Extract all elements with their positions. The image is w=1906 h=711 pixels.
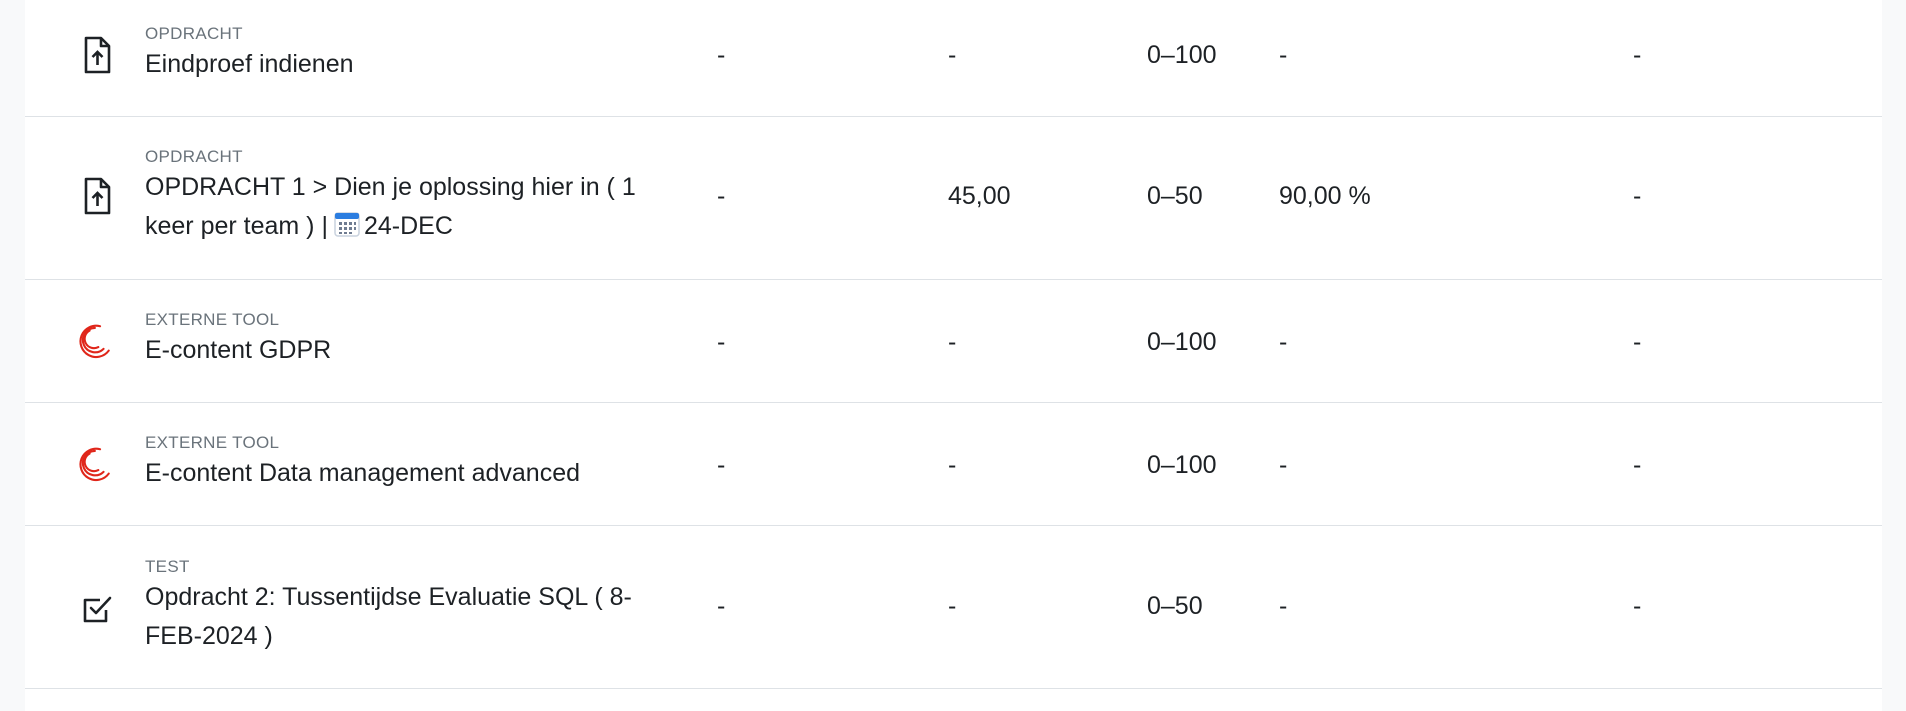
item-title-link[interactable]: OPDRACHT 1 > Dien je oplossing hier in (… <box>145 168 685 249</box>
grade-item: OPDRACHT Eindproef indienen <box>145 23 665 84</box>
feedback-cell: - <box>1633 451 1642 479</box>
grade-item: EXTERNE TOOL E-content Data management a… <box>145 432 665 493</box>
grade-item: TEST Opdracht 2: Tussentijdse Evaluatie … <box>145 556 665 656</box>
weight-cell: - <box>717 41 726 69</box>
feedback-cell: - <box>1633 328 1642 356</box>
external-tool-icon <box>74 444 114 484</box>
range-cell: 0–100 <box>1147 451 1217 479</box>
table-row: EXTERNE TOOL E-content Data management a… <box>25 403 1882 526</box>
percentage-cell: - <box>1279 41 1288 69</box>
feedback-cell: - <box>1633 592 1642 620</box>
range-cell: 0–100 <box>1147 41 1217 69</box>
item-type-label: TEST <box>145 557 190 576</box>
grade-cell: 45,00 <box>948 182 1011 210</box>
percentage-cell: 90,00 % <box>1279 182 1371 210</box>
table-row: EXTERNE TOOL E-content GDPR - - 0–100 - … <box>25 280 1882 403</box>
percentage-cell: - <box>1279 451 1288 479</box>
feedback-cell: - <box>1633 182 1642 210</box>
calendar-icon <box>334 210 360 249</box>
weight-cell: - <box>717 451 726 479</box>
assignment-upload-icon <box>77 35 117 75</box>
percentage-cell: - <box>1279 328 1288 356</box>
table-row: TEST Opdracht 2: Tussentijdse Evaluatie … <box>25 526 1882 689</box>
table-row: OPDRACHT Eindproef indienen - - 0–100 - … <box>25 0 1882 117</box>
table-row: OPDRACHT OPDRACHT 1 > Dien je oplossing … <box>25 117 1882 280</box>
item-title-link[interactable]: Eindproef indienen <box>145 45 665 84</box>
quiz-checkbox-icon <box>77 589 117 629</box>
range-cell: 0–100 <box>1147 328 1217 356</box>
percentage-cell: - <box>1279 592 1288 620</box>
external-tool-icon <box>74 321 114 361</box>
grades-table: OPDRACHT Eindproef indienen - - 0–100 - … <box>25 0 1882 689</box>
weight-cell: - <box>717 182 726 210</box>
item-type-label: EXTERNE TOOL <box>145 310 280 329</box>
item-type-label: OPDRACHT <box>145 24 243 43</box>
item-type-label: EXTERNE TOOL <box>145 433 280 452</box>
grade-item: EXTERNE TOOL E-content GDPR <box>145 309 665 370</box>
item-title-link[interactable]: Opdracht 2: Tussentijdse Evaluatie SQL (… <box>145 578 665 656</box>
grade-cell: - <box>948 592 957 620</box>
weight-cell: - <box>717 592 726 620</box>
item-title-link[interactable]: E-content Data management advanced <box>145 454 665 493</box>
grades-panel: OPDRACHT Eindproef indienen - - 0–100 - … <box>25 0 1882 711</box>
grade-cell: - <box>948 451 957 479</box>
weight-cell: - <box>717 328 726 356</box>
grade-cell: - <box>948 328 957 356</box>
feedback-cell: - <box>1633 41 1642 69</box>
assignment-upload-icon <box>77 176 117 216</box>
range-cell: 0–50 <box>1147 182 1203 210</box>
grade-item: OPDRACHT OPDRACHT 1 > Dien je oplossing … <box>145 146 685 249</box>
item-type-label: OPDRACHT <box>145 147 243 166</box>
range-cell: 0–50 <box>1147 592 1203 620</box>
item-date: 24-DEC <box>363 212 453 240</box>
grade-cell: - <box>948 41 957 69</box>
item-title-link[interactable]: E-content GDPR <box>145 331 665 370</box>
